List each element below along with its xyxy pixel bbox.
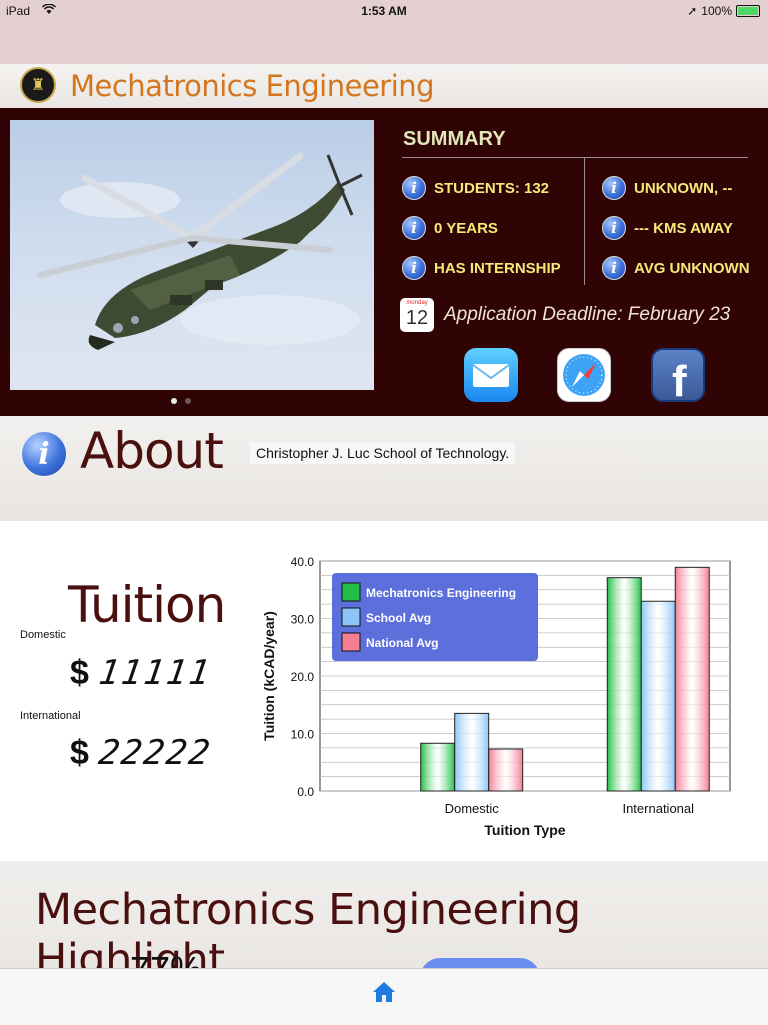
chart-bar: [420, 742, 456, 792]
international-price: $ 22222: [70, 733, 215, 773]
tuition-section: Tuition Domestic $ 11111 International $…: [0, 521, 768, 861]
info-icon: i: [602, 256, 626, 280]
legend-label: National Avg: [366, 636, 438, 650]
info-icon: i: [402, 176, 426, 200]
stat-location[interactable]: i UNKNOWN, --: [602, 176, 732, 200]
stat-years-text: 0 YEARS: [434, 219, 498, 237]
facebook-share-button[interactable]: f: [651, 348, 705, 406]
domestic-label: Domestic: [20, 629, 66, 641]
info-icon: i: [602, 176, 626, 200]
legend-label: School Avg: [366, 611, 431, 625]
mail-share-button[interactable]: [464, 348, 518, 402]
summary-divider: [402, 157, 748, 158]
summary-title: SUMMARY: [403, 128, 506, 150]
stat-average-text: AVG UNKNOWN: [634, 259, 750, 277]
chart-bar: [454, 712, 490, 792]
stat-average[interactable]: i AVG UNKNOWN: [602, 256, 750, 280]
safari-icon: [563, 354, 605, 396]
x-axis-label: Tuition Type: [484, 822, 565, 838]
highlight-section: Mechatronics Engineering Highlight 77%: [0, 861, 768, 985]
international-value: 22222: [96, 733, 215, 773]
legend-label: Mechatronics Engineering: [366, 586, 516, 600]
stat-internship[interactable]: i HAS INTERNSHIP: [402, 256, 561, 280]
stat-years[interactable]: i 0 YEARS: [402, 216, 498, 240]
x-tick-label: Domestic: [445, 801, 500, 816]
highlight-number: 77%: [130, 949, 202, 968]
about-section: i About Christopher J. Luc School of Tec…: [0, 416, 768, 521]
currency-symbol: $: [70, 653, 89, 692]
carousel-page-indicator[interactable]: [171, 398, 191, 404]
legend-swatch: [341, 607, 361, 627]
battery-icon: [736, 5, 760, 17]
international-label: International: [20, 710, 81, 722]
currency-symbol: $: [70, 733, 89, 772]
chart-bar: [674, 566, 710, 792]
about-text: Christopher J. Luc School of Technology.: [250, 442, 516, 464]
calendar-icon: monday 12: [400, 298, 434, 332]
tuition-chart: 0.0 10.0 20.0 30.0 40.0 Domestic International…: [261, 555, 731, 838]
y-tick-label: 30.0: [291, 613, 315, 627]
status-bar: iPad 1:53 AM ➚ 100%: [0, 0, 768, 22]
stat-location-text: UNKNOWN, --: [634, 179, 733, 197]
stat-students-text: STUDENTS: 132: [434, 179, 550, 197]
about-title: About: [80, 422, 224, 480]
y-tick-label: 10.0: [291, 728, 315, 742]
y-tick-label: 20.0: [291, 670, 315, 684]
tuition-title: Tuition: [68, 576, 226, 634]
title-bar: ♜ Mechatronics Engineering: [0, 64, 768, 108]
x-tick-label: International: [622, 801, 694, 816]
stat-distance[interactable]: i --- KMS AWAY: [602, 216, 733, 240]
application-deadline[interactable]: monday 12 Application Deadline: February…: [400, 298, 730, 332]
y-tick-label: 0.0: [297, 785, 314, 799]
domestic-value: 11111: [96, 653, 215, 693]
location-arrow-icon: ➚: [687, 4, 698, 18]
tab-bar: [0, 968, 768, 1025]
stat-students[interactable]: i STUDENTS: 132: [402, 176, 549, 200]
domestic-price: $ 11111: [70, 653, 215, 693]
info-icon: i: [402, 256, 426, 280]
info-icon: i: [20, 430, 68, 478]
facebook-icon: f: [672, 357, 687, 406]
mail-icon: [472, 364, 510, 387]
page-dot-active: [171, 398, 177, 404]
legend-swatch: [341, 632, 361, 652]
y-axis-label: Tuition (kCAD/year): [261, 611, 277, 741]
stat-distance-text: --- KMS AWAY: [634, 219, 733, 237]
deadline-text: Application Deadline: February 23: [444, 304, 731, 325]
info-icon: i: [402, 216, 426, 240]
y-tick-label: 40.0: [291, 555, 315, 569]
university-crest-icon: ♜: [20, 67, 56, 103]
page-dot: [185, 398, 191, 404]
hero-section: SUMMARY i STUDENTS: 132 i UNKNOWN, -- i …: [0, 108, 768, 416]
chart-bar: [640, 600, 676, 792]
svg-text:f: f: [672, 357, 687, 400]
home-icon[interactable]: [371, 979, 397, 1005]
info-icon: i: [602, 216, 626, 240]
helicopter-image: [37, 152, 363, 350]
status-right: ➚ 100%: [687, 4, 760, 18]
page-title: Mechatronics Engineering: [70, 69, 435, 103]
stat-internship-text: HAS INTERNSHIP: [434, 259, 561, 277]
navigation-bar: [0, 22, 768, 64]
program-photo-carousel[interactable]: [10, 120, 374, 390]
safari-share-button[interactable]: [557, 348, 611, 402]
legend-swatch: [341, 582, 361, 602]
chart-bar: [606, 577, 642, 792]
summary-column-divider: [584, 157, 585, 285]
battery-percent: 100%: [701, 4, 732, 18]
status-time: 1:53 AM: [361, 4, 407, 18]
chart-bar: [488, 748, 524, 792]
